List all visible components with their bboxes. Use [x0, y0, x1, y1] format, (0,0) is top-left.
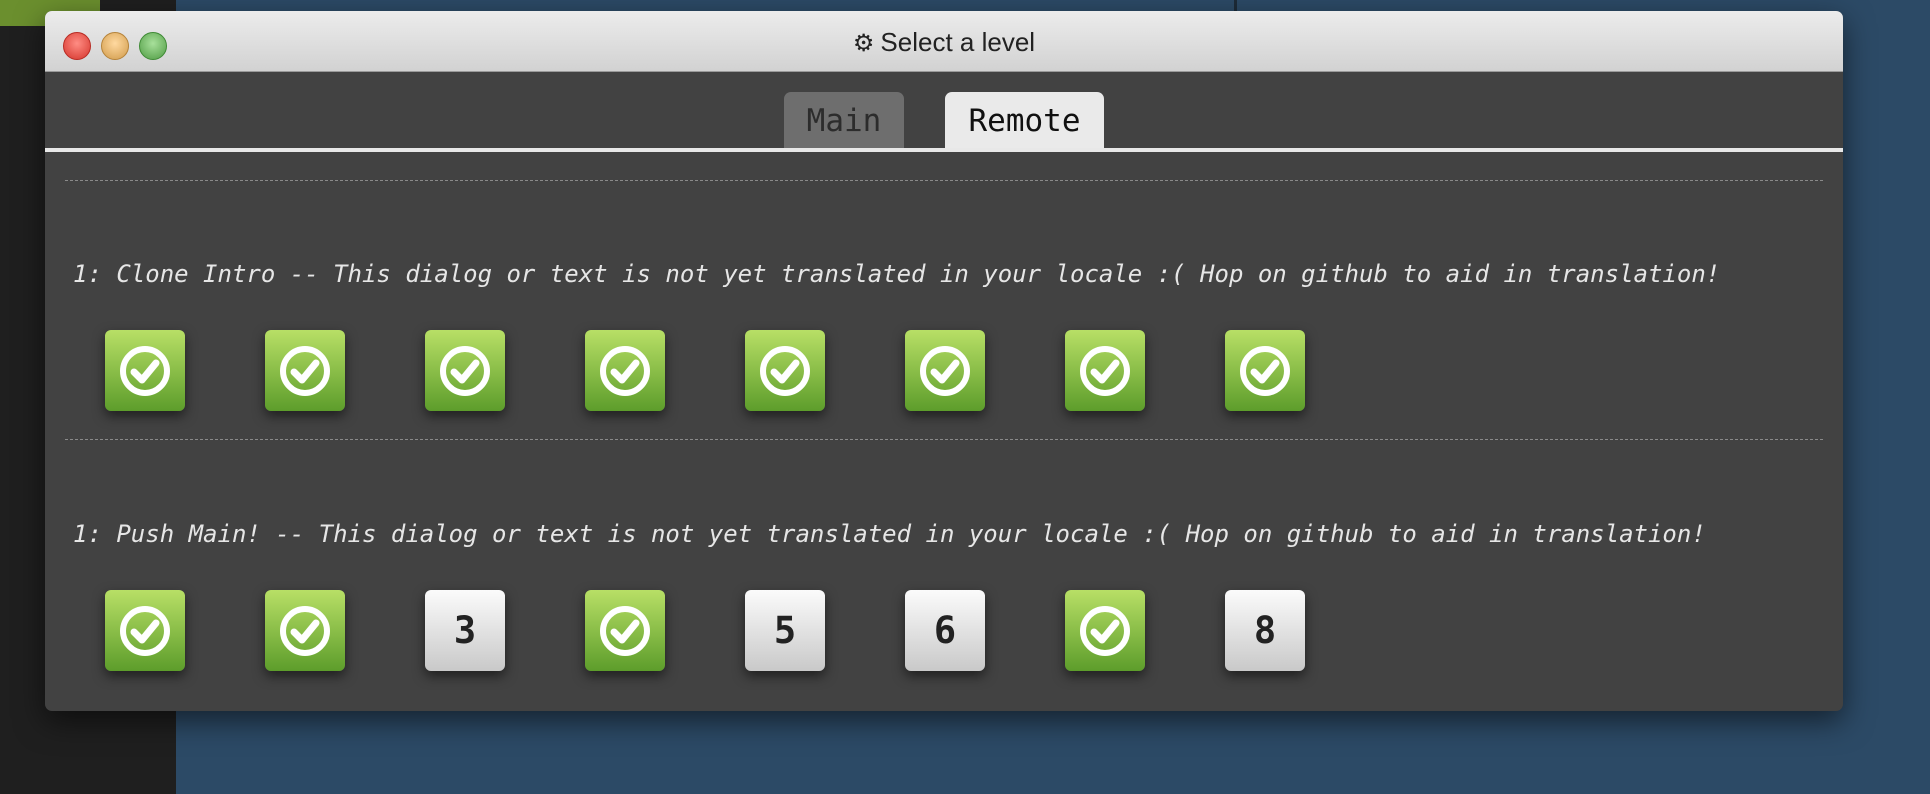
level-button-7[interactable] [1065, 330, 1145, 411]
checkmark-icon [1077, 603, 1133, 659]
level-button-6[interactable] [905, 330, 985, 411]
level-button-4[interactable] [585, 330, 665, 411]
checkmark-icon [917, 343, 973, 399]
window-title: ⚙ Select a level [45, 27, 1843, 58]
level-button-5[interactable] [745, 330, 825, 411]
level-button-8[interactable] [1225, 330, 1305, 411]
checkmark-icon [437, 343, 493, 399]
checkmark-icon [597, 603, 653, 659]
checkmark-icon [277, 603, 333, 659]
section-separator [65, 180, 1823, 181]
level-button-6[interactable]: 6 [905, 590, 985, 671]
checkmark-icon [1237, 343, 1293, 399]
tab-remote[interactable]: Remote [945, 92, 1104, 150]
checkmark-icon [117, 603, 173, 659]
checkmark-icon [117, 343, 173, 399]
level-button-2[interactable] [265, 330, 345, 411]
level-number: 3 [453, 609, 477, 652]
level-select-window: ⚙ Select a level Main Remote 1: Clone Int… [45, 11, 1843, 711]
level-number: 5 [773, 609, 797, 652]
level-button-1[interactable] [105, 330, 185, 411]
section-heading-push-main: 1: Push Main! -- This dialog or text is … [73, 520, 1706, 548]
level-button-5[interactable]: 5 [745, 590, 825, 671]
section-separator [65, 439, 1823, 440]
title-bar[interactable]: ⚙ Select a level [45, 11, 1843, 72]
level-button-3[interactable]: 3 [425, 590, 505, 671]
tab-bar: Main Remote [45, 72, 1843, 162]
level-row-clone-intro [105, 330, 1405, 412]
gear-icon: ⚙ [852, 30, 875, 57]
level-button-3[interactable] [425, 330, 505, 411]
checkmark-icon [1077, 343, 1133, 399]
window-title-text: Select a level [880, 27, 1036, 57]
tab-main[interactable]: Main [784, 92, 904, 150]
checkmark-icon [757, 343, 813, 399]
level-row-push-main: 3 5 6 8 [105, 590, 1405, 672]
level-button-4[interactable] [585, 590, 665, 671]
level-number: 8 [1253, 609, 1277, 652]
checkmark-icon [597, 343, 653, 399]
section-heading-clone-intro: 1: Clone Intro -- This dialog or text is… [73, 260, 1721, 288]
level-number: 6 [933, 609, 957, 652]
level-button-8[interactable]: 8 [1225, 590, 1305, 671]
checkmark-icon [277, 343, 333, 399]
tab-underline [45, 148, 1843, 152]
level-button-2[interactable] [265, 590, 345, 671]
level-button-7[interactable] [1065, 590, 1145, 671]
level-button-1[interactable] [105, 590, 185, 671]
